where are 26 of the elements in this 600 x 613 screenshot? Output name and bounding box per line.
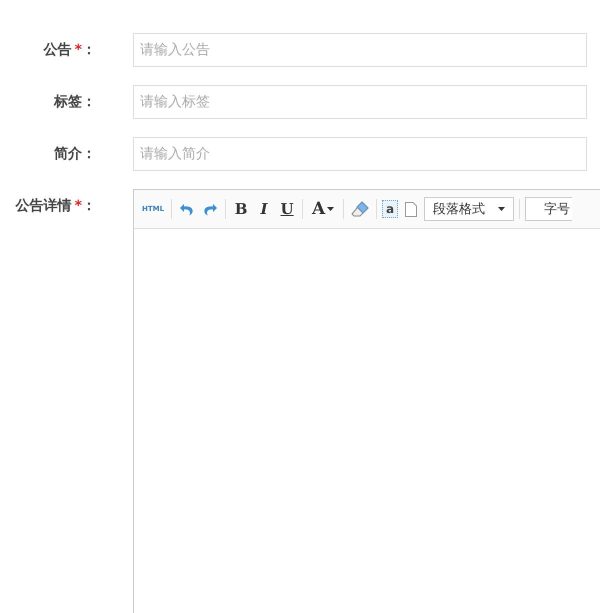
undo-icon [179,202,196,216]
label-colon: ： [82,41,96,59]
anchor-button[interactable]: a [382,200,398,218]
label-colon: ： [82,145,96,163]
text-field[interactable]: 请输入标签 [133,85,587,119]
format-dropdown[interactable]: 段落格式 [424,197,514,221]
required-mark: * [74,42,82,58]
label-colon: ： [82,93,96,111]
caret-icon [498,207,506,211]
eraser-icon [351,201,370,217]
field-label: 简介 [54,145,82,163]
text-field[interactable]: 请输入简介 [133,137,587,171]
caret-icon [327,207,334,211]
label-colon: ： [82,197,96,215]
font-color-button[interactable]: A [308,198,338,220]
text-field[interactable]: 请输入公告 [133,33,587,67]
field-label: 公告 [44,41,72,59]
underline-button[interactable]: U [277,198,298,220]
italic-button[interactable]: I [254,198,274,220]
page-icon [405,202,418,216]
redo-icon [202,202,218,216]
field-label: 标签 [54,93,82,111]
field-label: 公告详情 [16,197,72,215]
font-size-dropdown[interactable]: 字号 [525,197,572,221]
bold-button[interactable]: B [231,198,252,220]
required-mark: * [74,198,82,214]
